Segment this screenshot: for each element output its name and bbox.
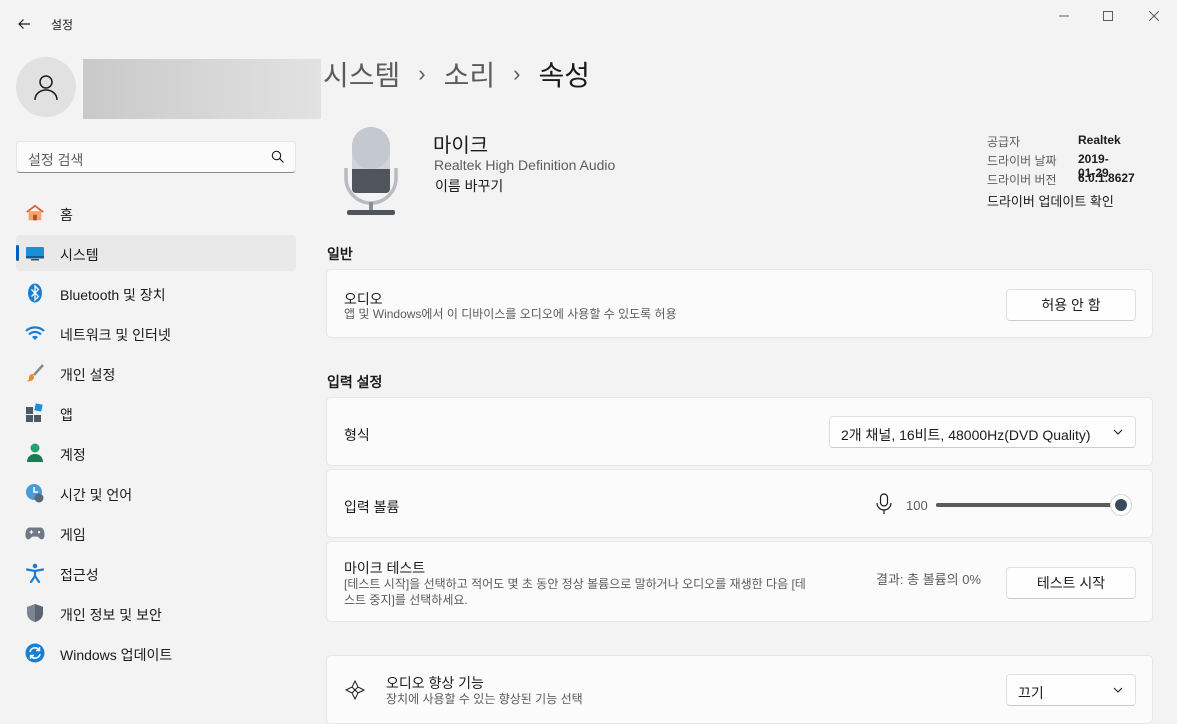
- format-dropdown[interactable]: 2개 채널, 16비트, 48000Hz(DVD Quality): [829, 416, 1136, 448]
- shield-icon: [25, 603, 45, 623]
- driver-update-link[interactable]: 드라이버 업데이트 확인: [987, 191, 1114, 210]
- card-title: 형식: [344, 427, 370, 443]
- sidebar-item-system[interactable]: 시스템: [16, 235, 296, 271]
- sidebar-item-gaming[interactable]: 게임: [16, 515, 296, 551]
- account-icon: [25, 443, 45, 463]
- search-placeholder: 설정 검색: [28, 152, 84, 168]
- close-icon: [1149, 11, 1159, 21]
- app-title: 설정: [51, 18, 74, 32]
- card-subtitle-line1: [테스트 시작]을 선택하고 적어도 몇 초 동안 정상 볼륨으로 말하거나 오…: [344, 577, 806, 591]
- brush-icon: [25, 363, 45, 383]
- bluetooth-icon: [25, 283, 45, 303]
- sidebar-item-bluetooth[interactable]: Bluetooth 및 장치: [16, 275, 296, 311]
- property-value: Realtek: [1078, 133, 1121, 147]
- gamepad-icon: [25, 523, 45, 543]
- card-subtitle: 장치에 사용할 수 있는 향상된 기능 선택: [386, 692, 583, 706]
- back-button[interactable]: [12, 12, 36, 36]
- property-label: 공급자: [987, 135, 1021, 149]
- accessibility-icon: [25, 563, 45, 583]
- user-info-redacted: [83, 59, 321, 119]
- disallow-button[interactable]: 허용 안 함: [1006, 289, 1136, 321]
- volume-value: 100: [906, 498, 928, 513]
- enhancements-dropdown-value: 끄기: [1018, 685, 1044, 701]
- slider-thumb-dot: [1115, 499, 1127, 511]
- breadcrumb-sound[interactable]: 소리: [444, 54, 496, 94]
- page-title: 속성: [538, 60, 590, 91]
- property-value: 6.0.1.8627: [1078, 171, 1135, 185]
- maximize-icon: [1103, 11, 1113, 21]
- system-icon: [25, 243, 45, 263]
- card-title: 입력 볼륨: [344, 499, 400, 515]
- format-card: 형식 2개 채널, 16비트, 48000Hz(DVD Quality): [326, 397, 1153, 466]
- sidebar-item-time-language[interactable]: 시간 및 언어: [16, 475, 296, 511]
- wifi-icon: [25, 323, 45, 343]
- breadcrumb: 시스템 › 소리 › 속성: [323, 54, 590, 94]
- sidebar-item-label: Bluetooth 및 장치: [60, 287, 166, 303]
- device-description: Realtek High Definition Audio: [434, 157, 616, 173]
- sidebar-item-label: 시스템: [60, 247, 99, 263]
- maximize-button[interactable]: [1085, 0, 1131, 32]
- microphone-icon[interactable]: [874, 493, 894, 515]
- card-subtitle-line2: 스트 중지]를 선택하세요.: [344, 593, 468, 607]
- sparkle-icon: [345, 680, 365, 700]
- chevron-right-icon: ›: [513, 61, 521, 86]
- minimize-icon: [1059, 15, 1069, 17]
- sidebar-item-label: 개인 설정: [60, 367, 116, 383]
- sidebar-item-accounts[interactable]: 계정: [16, 435, 296, 471]
- sidebar-item-privacy[interactable]: 개인 정보 및 보안: [16, 595, 296, 631]
- search-input[interactable]: 설정 검색: [16, 141, 296, 173]
- card-title: 오디오 향상 기능: [386, 675, 484, 691]
- chevron-down-icon: [1113, 687, 1123, 693]
- start-test-button[interactable]: 테스트 시작: [1006, 567, 1136, 599]
- sidebar-item-apps[interactable]: 앱: [16, 395, 296, 431]
- volume-slider-thumb[interactable]: [1110, 494, 1132, 516]
- audio-enhancements-card: 오디오 향상 기능 장치에 사용할 수 있는 향상된 기능 선택 끄기: [326, 655, 1153, 724]
- sidebar-item-label: 개인 정보 및 보안: [60, 607, 162, 623]
- chevron-down-icon: [1113, 429, 1123, 435]
- microphone-device-icon: [341, 124, 401, 220]
- user-icon: [34, 75, 58, 101]
- format-dropdown-value: 2개 채널, 16비트, 48000Hz(DVD Quality): [841, 427, 1091, 443]
- update-icon: [25, 643, 45, 663]
- sidebar-item-windows-update[interactable]: Windows 업데이트: [16, 635, 296, 671]
- card-subtitle: 앱 및 Windows에서 이 디바이스를 오디오에 사용할 수 있도록 허용: [344, 307, 677, 321]
- property-label: 드라이버 날짜: [987, 154, 1057, 168]
- sidebar-item-label: 앱: [60, 407, 73, 423]
- sidebar-item-label: 접근성: [60, 567, 99, 583]
- chevron-right-icon: ›: [418, 61, 426, 86]
- section-title-general: 일반: [327, 246, 353, 262]
- sidebar-item-label: 네트워크 및 인터넷: [60, 327, 171, 343]
- volume-slider-fill: [936, 503, 1121, 507]
- enhancements-dropdown[interactable]: 끄기: [1006, 674, 1136, 706]
- close-button[interactable]: [1131, 0, 1177, 32]
- property-label: 드라이버 버전: [987, 173, 1057, 187]
- title-bar: 설정: [0, 0, 1177, 46]
- sidebar-item-label: Windows 업데이트: [60, 647, 173, 663]
- volume-slider-track[interactable]: [936, 503, 1121, 507]
- sidebar-item-home[interactable]: 홈: [16, 195, 296, 231]
- sidebar-nav: 홈 시스템 Bluetooth 및 장치 네트워크 및 인터넷 개인 설정 앱: [16, 195, 296, 675]
- sidebar-item-label: 홈: [60, 207, 73, 223]
- section-title-input: 입력 설정: [327, 374, 383, 390]
- minimize-button[interactable]: [1041, 0, 1087, 32]
- time-language-icon: [25, 483, 45, 503]
- mic-test-card: 마이크 테스트 [테스트 시작]을 선택하고 적어도 몇 초 동안 정상 볼륨으…: [326, 541, 1153, 622]
- device-name: 마이크: [433, 135, 489, 157]
- back-arrow-icon: [18, 19, 30, 29]
- sidebar-item-label: 계정: [60, 447, 86, 463]
- breadcrumb-system[interactable]: 시스템: [323, 54, 400, 94]
- rename-link[interactable]: 이름 바꾸기: [435, 176, 503, 196]
- sidebar-item-label: 시간 및 언어: [60, 487, 133, 503]
- sidebar-item-personalization[interactable]: 개인 설정: [16, 355, 296, 391]
- sidebar-item-label: 게임: [60, 527, 86, 543]
- apps-icon: [25, 403, 45, 423]
- audio-allow-card: 오디오 앱 및 Windows에서 이 디바이스를 오디오에 사용할 수 있도록…: [326, 269, 1153, 338]
- avatar[interactable]: [16, 57, 76, 117]
- sidebar-item-network[interactable]: 네트워크 및 인터넷: [16, 315, 296, 351]
- sidebar-item-accessibility[interactable]: 접근성: [16, 555, 296, 591]
- home-icon: [25, 203, 45, 223]
- search-icon: [271, 150, 284, 163]
- card-title: 마이크 테스트: [344, 560, 426, 576]
- test-result: 결과: 총 볼륨의 0%: [876, 572, 981, 587]
